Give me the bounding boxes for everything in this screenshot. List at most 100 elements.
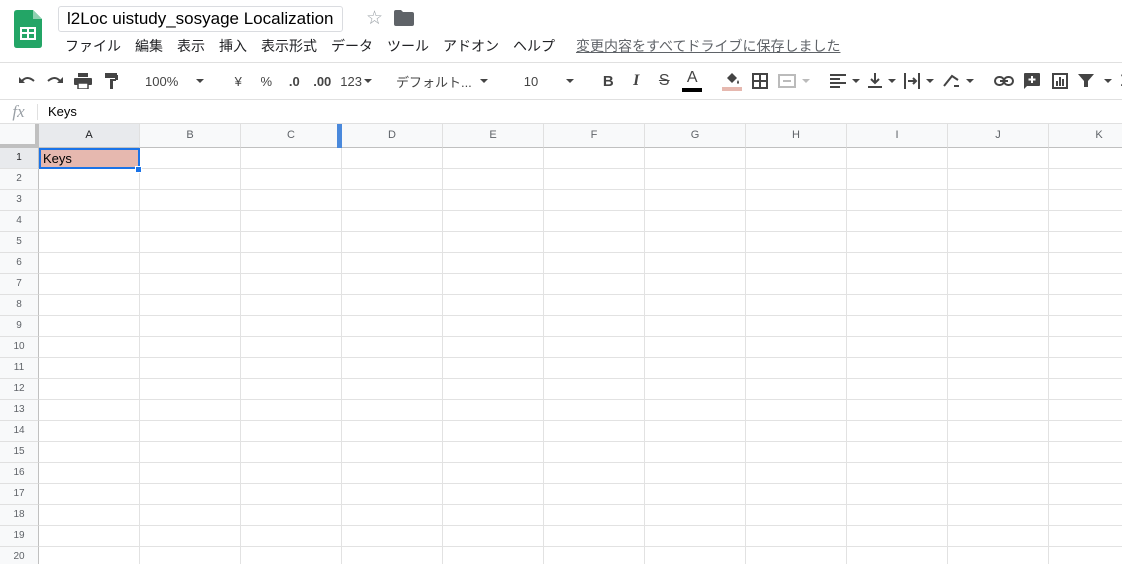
print-button[interactable]: [69, 67, 97, 95]
menu-format[interactable]: 表示形式: [254, 37, 324, 57]
paint-format-button[interactable]: [97, 67, 125, 95]
fill-handle[interactable]: [135, 166, 142, 173]
percent-format-button[interactable]: %: [252, 67, 280, 95]
column-header-k[interactable]: K: [1049, 124, 1122, 148]
text-wrapping-button[interactable]: [900, 67, 938, 95]
menu-view[interactable]: 表示: [170, 37, 212, 57]
merge-cells-icon: [778, 74, 797, 88]
text-rotation-button[interactable]: [938, 67, 978, 95]
folder-icon[interactable]: [394, 10, 414, 26]
row-header[interactable]: 8: [0, 295, 39, 316]
sheets-logo-icon[interactable]: [14, 10, 42, 48]
undo-button[interactable]: [13, 67, 41, 95]
row-header[interactable]: 18: [0, 505, 39, 526]
column-header-c[interactable]: C: [241, 124, 342, 148]
text-color-button[interactable]: A: [678, 67, 706, 95]
chevron-down-icon: [926, 79, 935, 83]
column-header-b[interactable]: B: [140, 124, 241, 148]
select-all-corner[interactable]: [0, 124, 39, 148]
column-header-h[interactable]: H: [746, 124, 847, 148]
text-rotation-icon: [943, 74, 960, 87]
row-header[interactable]: 16: [0, 463, 39, 484]
filter-icon: [1078, 74, 1095, 87]
row-header[interactable]: 2: [0, 169, 39, 190]
currency-format-button[interactable]: ¥: [224, 67, 252, 95]
formula-bar: fx Keys: [0, 100, 1122, 124]
text-wrap-icon: [904, 73, 921, 89]
save-status-link[interactable]: 変更内容をすべてドライブに保存しました: [576, 37, 840, 57]
fill-color-swatch: [722, 87, 743, 91]
chevron-down-icon: [888, 79, 897, 83]
chevron-down-icon: [566, 79, 575, 83]
number-format-select[interactable]: 123: [336, 67, 376, 95]
column-header-j[interactable]: J: [948, 124, 1049, 148]
decrease-decimal-button[interactable]: .0: [280, 67, 308, 95]
horizontal-align-button[interactable]: [826, 67, 864, 95]
column-header-g[interactable]: G: [645, 124, 746, 148]
zoom-select[interactable]: 100%: [137, 67, 212, 95]
row-header[interactable]: 9: [0, 316, 39, 337]
vertical-align-button[interactable]: [864, 67, 900, 95]
row-header[interactable]: 4: [0, 211, 39, 232]
menu-data[interactable]: データ: [324, 37, 380, 57]
undo-icon: [19, 77, 35, 83]
insert-comment-button[interactable]: [1018, 67, 1046, 95]
paint-bucket-icon: [727, 73, 740, 84]
increase-decimal-button[interactable]: .00: [308, 67, 336, 95]
document-title-input[interactable]: l2Loc uistudy_sosyage Localization: [58, 6, 343, 32]
fill-color-button[interactable]: [718, 67, 746, 95]
functions-button[interactable]: Σ: [1116, 67, 1122, 95]
redo-button[interactable]: [41, 67, 69, 95]
font-family-select[interactable]: デフォルト...: [388, 67, 496, 95]
borders-icon: [752, 73, 769, 89]
column-header-d[interactable]: D: [342, 124, 443, 148]
menu-tools[interactable]: ツール: [380, 37, 436, 57]
paint-format-icon: [105, 73, 118, 89]
row-header[interactable]: 20: [0, 547, 39, 564]
menu-addons[interactable]: アドオン: [436, 37, 506, 57]
formula-input[interactable]: Keys: [48, 104, 77, 119]
row-header[interactable]: 19: [0, 526, 39, 547]
column-header-f[interactable]: F: [544, 124, 645, 148]
cell-a1[interactable]: Keys: [39, 148, 140, 169]
row-header[interactable]: 11: [0, 358, 39, 379]
row-header[interactable]: 17: [0, 484, 39, 505]
spreadsheet-grid: A B C D E F G H I J K 1 2 3 4 5 6 7 8 9 …: [0, 124, 1122, 564]
italic-button[interactable]: I: [622, 67, 650, 95]
cell-area[interactable]: [39, 148, 1122, 564]
row-header[interactable]: 10: [0, 337, 39, 358]
filter-button[interactable]: [1074, 67, 1116, 95]
menu-insert[interactable]: 挿入: [212, 37, 254, 57]
row-header[interactable]: 5: [0, 232, 39, 253]
column-header-a[interactable]: A: [39, 124, 140, 148]
row-header[interactable]: 1: [0, 148, 39, 169]
bold-button[interactable]: B: [594, 67, 622, 95]
chevron-down-icon: [479, 79, 488, 83]
link-icon: [994, 76, 1015, 86]
row-header[interactable]: 14: [0, 421, 39, 442]
merge-cells-button[interactable]: [774, 67, 814, 95]
row-header[interactable]: 12: [0, 379, 39, 400]
row-header[interactable]: 13: [0, 400, 39, 421]
column-resize-handle[interactable]: [337, 124, 342, 148]
star-icon[interactable]: ☆: [366, 7, 383, 29]
row-header[interactable]: 15: [0, 442, 39, 463]
align-left-icon: [830, 74, 847, 88]
row-header[interactable]: 3: [0, 190, 39, 211]
menu-help[interactable]: ヘルプ: [506, 37, 562, 57]
chevron-down-icon: [852, 79, 861, 83]
insert-link-button[interactable]: [990, 67, 1018, 95]
menu-edit[interactable]: 編集: [128, 37, 170, 57]
insert-chart-button[interactable]: [1046, 67, 1074, 95]
row-header[interactable]: 6: [0, 253, 39, 274]
row-header[interactable]: 7: [0, 274, 39, 295]
strikethrough-button[interactable]: S: [650, 67, 678, 95]
menu-file[interactable]: ファイル: [58, 37, 128, 57]
chevron-down-icon: [196, 79, 205, 83]
font-size-select[interactable]: 10: [508, 67, 582, 95]
column-header-i[interactable]: I: [847, 124, 948, 148]
align-bottom-icon: [868, 73, 883, 88]
chevron-down-icon: [802, 79, 811, 83]
column-header-e[interactable]: E: [443, 124, 544, 148]
borders-button[interactable]: [746, 67, 774, 95]
